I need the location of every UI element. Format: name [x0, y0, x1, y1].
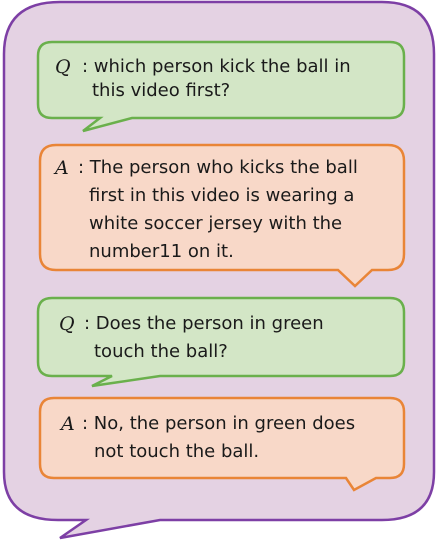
speaker-label-q: Q — [55, 56, 71, 78]
answer-text-line: : The person who kicks the ball — [78, 157, 358, 178]
answer-text-line: : No, the person in green does — [82, 413, 356, 434]
answer-text-line: number11 on it. — [89, 241, 234, 262]
speaker-label-a: A — [55, 157, 69, 179]
answer-text-line: white soccer jersey with the — [89, 213, 343, 234]
answer-text-line: not touch the ball. — [94, 441, 260, 462]
speaker-label-q: Q — [59, 313, 75, 335]
question-text-line: : which person kick the ball in — [82, 56, 351, 77]
question-text-line: this video first? — [92, 80, 231, 101]
answer-text-line: first in this video is wearing a — [89, 185, 355, 206]
question-text-line: : Does the person in green — [84, 313, 324, 334]
question-text-line: touch the ball? — [94, 341, 228, 362]
speaker-label-a: A — [61, 413, 75, 435]
